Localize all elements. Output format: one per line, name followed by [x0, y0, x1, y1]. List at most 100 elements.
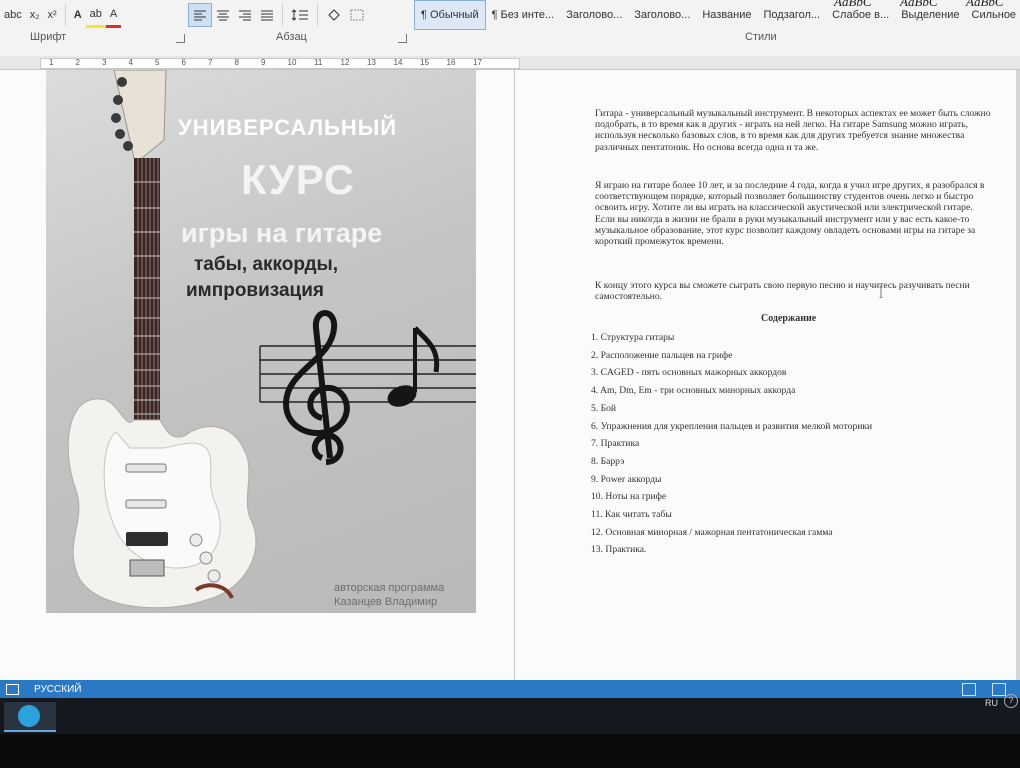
style-heading-1[interactable]: Заголово...	[560, 0, 628, 30]
toc-item: 7. Практика	[591, 438, 640, 450]
line-spacing-button[interactable]	[287, 4, 313, 26]
borders-button[interactable]	[346, 4, 368, 26]
highlight-button[interactable]: ab	[85, 3, 106, 28]
cover-subtitle-line2: импровизация	[186, 280, 324, 301]
language-indicator[interactable]: РУССКИЙ	[34, 684, 81, 695]
ruler-mark: 3	[102, 58, 107, 67]
ruler-mark: 10	[287, 58, 297, 67]
borders-icon	[350, 9, 364, 21]
style-no-spacing[interactable]: ¶ Без инте...	[486, 0, 561, 30]
paragraph-toolbar	[188, 0, 368, 30]
styles-gallery: AaBbC AaBbC AaBbC ¶ Обычный ¶ Без инте..…	[414, 0, 1020, 30]
ribbon: abc x₂ x² A ab A AaBbC AaBbC AaBbC ¶ Обы…	[0, 0, 1020, 57]
toc-item: 12. Основная минорная / мажорная пентато…	[591, 526, 833, 538]
align-right-icon	[239, 10, 251, 21]
style-preview: AaBbC	[900, 0, 938, 9]
ruler-mark: 4	[128, 58, 133, 67]
music-staff	[259, 345, 476, 403]
ruler-mark: 7	[208, 58, 213, 67]
ruler-mark: 15	[420, 58, 429, 67]
ruler-mark: 9	[261, 58, 266, 67]
toc-item: 2. Расположение пальцев на грифе	[591, 349, 733, 361]
print-layout-button[interactable]	[992, 683, 1006, 696]
ruler-mark: 11	[314, 58, 323, 67]
font-color-icon: A	[109, 7, 118, 20]
read-mode-button[interactable]	[962, 683, 976, 696]
document-body[interactable]: Гитара - универсальный музыкальный инстр…	[515, 70, 1020, 680]
align-left-icon	[194, 10, 206, 21]
ruler-track[interactable]: 1 2 3 4 5 6 7 8 9 10 11 12 13 14 15 16 17	[40, 58, 520, 69]
toc-item: 3. CAGED - пять основных мажорных аккорд…	[591, 367, 787, 379]
ruler-mark: 17	[473, 58, 482, 67]
subscript-button[interactable]: x₂	[26, 4, 44, 26]
toc-item: 13. Практика.	[591, 544, 647, 556]
ruler-mark: 6	[181, 58, 186, 67]
paragraph-outcome: К концу этого курса вы сможете сыграть с…	[595, 280, 970, 303]
toc-heading: Содержание	[761, 313, 817, 324]
toc-item: 11. Как читать табы	[591, 509, 672, 520]
cover-subtitle-line1: табы, аккорды,	[194, 254, 339, 275]
style-preview: AaBbC	[834, 0, 872, 9]
paragraph-intro: Гитара - универсальный музыкальный инстр…	[595, 108, 991, 153]
page-right[interactable]: Гитара - универсальный музыкальный инстр…	[515, 70, 1020, 680]
line-spacing-icon	[291, 9, 308, 21]
ruler-mark: 12	[340, 58, 350, 67]
toc-item: 5. Бой	[591, 402, 617, 414]
vertical-scrollbar[interactable]	[1016, 70, 1020, 680]
toc-item: 9. Power аккорды	[591, 473, 662, 485]
font-group-label: Шрифт	[30, 31, 67, 43]
separator	[317, 4, 318, 26]
toc-item: 6. Упражнения для укрепления пальцев и р…	[591, 420, 873, 432]
justify-icon	[261, 10, 273, 21]
align-right-button[interactable]	[234, 4, 256, 26]
style-subtitle[interactable]: Подзагол...	[758, 0, 827, 30]
separator	[282, 4, 283, 26]
font-toolbar: abc x₂ x² A ab A	[0, 0, 122, 30]
document-area: УНИВЕРСАЛЬНЫЙ КУРС игры на гитаре табы, …	[0, 70, 1020, 680]
cover-author-line2: Казанцев Владимир	[334, 596, 438, 608]
cover-title-line1: УНИВЕРСАЛЬНЫЙ	[178, 115, 398, 140]
font-dialog-launcher[interactable]	[176, 34, 185, 43]
telegram-taskbar-button[interactable]	[4, 702, 56, 732]
style-normal[interactable]: ¶ Обычный	[414, 0, 486, 30]
ruler-mark: 14	[393, 58, 403, 67]
superscript-button[interactable]: x²	[44, 4, 61, 26]
ruler-mark: 13	[367, 58, 376, 67]
style-title[interactable]: Название	[696, 0, 757, 30]
shading-button[interactable]	[322, 4, 346, 26]
cover-illustration	[67, 70, 476, 609]
align-center-icon	[217, 10, 229, 21]
align-center-button[interactable]	[212, 4, 234, 26]
proofing-icon[interactable]	[6, 684, 19, 695]
tray-language[interactable]: RU	[985, 698, 998, 708]
paragraph-group-label: Абзац	[276, 31, 307, 43]
horizontal-ruler: 1 2 3 4 5 6 7 8 9 10 11 12 13 14 15 16 17	[0, 56, 1020, 70]
cover-title-line2: КУРС	[241, 156, 356, 203]
ruler-mark: 5	[155, 58, 160, 67]
eighth-note-icon	[387, 326, 440, 407]
cover-author-line1: авторская программа	[334, 582, 445, 594]
style-preview: AaBbC	[966, 0, 1004, 9]
toc-item: 10. Ноты на грифе	[591, 491, 667, 503]
cover-image: УНИВЕРСАЛЬНЫЙ КУРС игры на гитаре табы, …	[46, 70, 476, 613]
font-color-button[interactable]: A	[105, 3, 122, 28]
cover-title-line3: игры на гитаре	[181, 218, 383, 248]
toc-item: 4. Am, Dm, Em - три основных минорных ак…	[591, 385, 796, 397]
ruler-mark: 8	[234, 58, 239, 67]
align-left-button[interactable]	[188, 3, 212, 27]
justify-button[interactable]	[256, 4, 278, 26]
paragraph-dialog-launcher[interactable]	[398, 34, 407, 43]
paragraph-experience: Я играю на гитаре более 10 лет, и за пос…	[595, 180, 985, 248]
toc-item: 1. Структура гитары	[591, 332, 675, 343]
toc-item: 8. Баррэ	[591, 455, 625, 467]
style-heading-2[interactable]: Заголово...	[628, 0, 696, 30]
ruler-mark: 1	[49, 58, 54, 67]
taskbar	[0, 698, 1020, 734]
strikethrough-button[interactable]: abc	[0, 4, 26, 26]
text-effects-button[interactable]: A	[70, 4, 86, 26]
status-bar: РУССКИЙ	[0, 680, 1020, 698]
ruler-mark: 2	[75, 58, 80, 67]
help-icon[interactable]: ?	[1004, 694, 1018, 708]
telegram-icon	[18, 705, 40, 727]
page-left: УНИВЕРСАЛЬНЫЙ КУРС игры на гитаре табы, …	[0, 70, 515, 680]
